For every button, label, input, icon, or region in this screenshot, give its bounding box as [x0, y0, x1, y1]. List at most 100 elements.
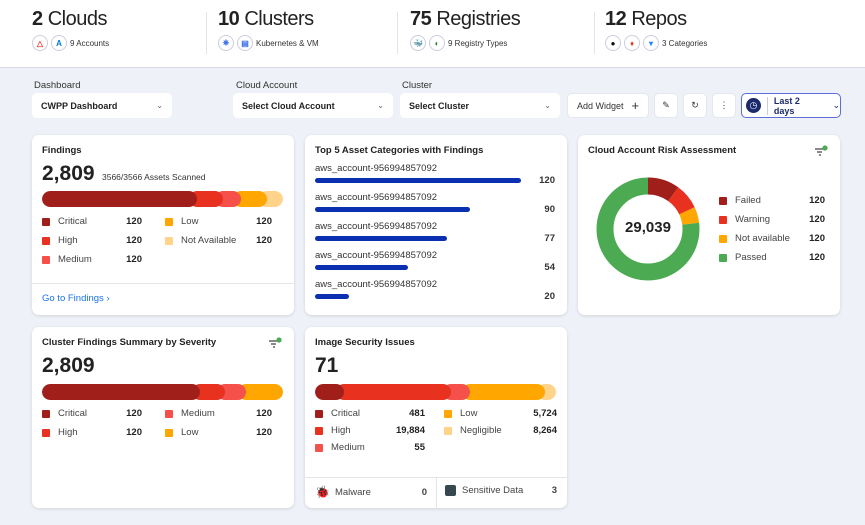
legend-label: Medium: [331, 442, 365, 453]
edit-button[interactable]: ✎: [654, 93, 678, 118]
legend-swatch: [315, 443, 323, 452]
card-title: Image Security Issues: [315, 337, 415, 348]
bar-segment: [315, 384, 344, 400]
dashboard-select[interactable]: CWPP Dashboard ⌄: [32, 93, 172, 118]
cluster-select[interactable]: Select Cluster ⌄: [400, 93, 560, 118]
legend-value: 120: [256, 235, 272, 246]
severity-bar: [42, 191, 283, 207]
severity-bar: [315, 384, 556, 400]
legend-value: 120: [126, 408, 142, 419]
summary-header: 2 Clouds △ A 9 Accounts 10 Clusters ⎈ ▤ Kube…: [0, 0, 865, 68]
legend-value: 120: [256, 427, 272, 438]
legend-swatch: [719, 253, 727, 262]
add-widget-button[interactable]: Add Widget +: [567, 93, 649, 118]
cluster-card: Cluster Findings Summary by Severity 2,8…: [32, 327, 294, 508]
legend-swatch: [444, 426, 452, 435]
legend-swatch: [42, 409, 50, 418]
registry-icon: ◐: [429, 35, 445, 51]
legend-label: Not Available: [181, 235, 237, 246]
stat-count: 75: [410, 8, 432, 30]
stat-count: 2: [32, 8, 43, 30]
stat-clusters[interactable]: 10 Clusters ⎈ ▤ Kubernetes & VM: [218, 8, 319, 51]
malware-stat[interactable]: 🐞 Malware 0: [315, 485, 427, 499]
stat-registries[interactable]: 75 Registries 🐳 ◐ 9 Registry Types: [410, 8, 521, 51]
legend-swatch: [42, 236, 50, 245]
legend-item: High 19,884: [315, 425, 425, 436]
legend-label: Not available: [735, 233, 790, 244]
filter-icon[interactable]: [814, 145, 828, 157]
legend-value: 5,724: [533, 408, 557, 419]
legend-label: Passed: [735, 252, 767, 263]
legend-label: High: [58, 235, 78, 246]
legend-item: Low 5,724: [444, 408, 557, 419]
legend-label: Failed: [735, 195, 761, 206]
refresh-button[interactable]: ↻: [683, 93, 707, 118]
go-to-findings-link[interactable]: Go to Findings ›: [42, 293, 110, 304]
category-bar: [315, 265, 408, 270]
card-title: Cloud Account Risk Assessment: [588, 145, 737, 156]
stat-clouds[interactable]: 2 Clouds △ A 9 Accounts: [32, 8, 109, 51]
chevron-down-icon: ⌄: [377, 101, 384, 110]
category-value: 54: [544, 262, 555, 273]
legend-value: 120: [809, 214, 825, 225]
category-label: aws_account-956994857092: [315, 250, 438, 261]
divider: [397, 12, 398, 54]
category-value: 77: [544, 233, 555, 244]
stat-sub: Kubernetes & VM: [256, 38, 319, 48]
legend-value: 120: [256, 216, 272, 227]
plus-icon: +: [631, 98, 640, 113]
cluster-label: Cluster: [402, 80, 433, 91]
time-range-select[interactable]: ◷ Last 2 days ⌄: [741, 93, 841, 118]
legend-label: Critical: [331, 408, 361, 419]
more-button[interactable]: ⋮: [712, 93, 736, 118]
stat-repos[interactable]: 12 Repos ● ♦ ▾ 3 Categories: [605, 8, 707, 51]
docker-icon: 🐳: [410, 35, 426, 51]
link-label: Go to Findings: [42, 293, 104, 304]
gcp-icon: △: [32, 35, 48, 51]
legend-item: Low 120: [165, 216, 272, 227]
legend-label: Low: [460, 408, 478, 419]
bitbucket-icon: ▾: [643, 35, 659, 51]
severity-bar: [42, 384, 283, 400]
legend-label: Medium: [181, 408, 215, 419]
divider: [436, 477, 437, 508]
legend-swatch: [719, 196, 727, 205]
sensitive-value: 3: [551, 485, 557, 496]
legend-item: Passed 120: [719, 252, 825, 263]
cloud-account-select[interactable]: Select Cloud Account ⌄: [233, 93, 393, 118]
legend-item: Failed 120: [719, 195, 825, 206]
category-label: aws_account-956994857092: [315, 163, 438, 174]
bug-icon: 🐞: [315, 485, 330, 499]
legend-item: Not Available 120: [165, 235, 272, 246]
legend-swatch: [165, 428, 173, 437]
divider: [206, 12, 207, 54]
legend-swatch: [165, 409, 173, 418]
stat-sub: 9 Registry Types: [448, 38, 508, 48]
select-value: Select Cloud Account: [242, 100, 335, 111]
category-value: 120: [539, 175, 555, 186]
filter-icon[interactable]: [268, 337, 282, 349]
stat-label: Clouds: [47, 8, 108, 30]
assets-scanned: 3566/3566 Assets Scanned: [102, 172, 206, 182]
category-bar: [315, 294, 350, 299]
stat-count: 12: [605, 8, 627, 30]
legend-label: High: [58, 427, 78, 438]
legend-item: Critical 120: [42, 408, 142, 419]
legend-item: High 120: [42, 235, 142, 246]
kubernetes-icon: ⎈: [218, 35, 234, 51]
legend-value: 19,884: [395, 425, 425, 436]
legend-item: Warning 120: [719, 214, 825, 225]
legend-label: Warning: [735, 214, 771, 225]
legend-item: Medium 55: [315, 442, 425, 453]
image-security-card: Image Security Issues 71 🐞 Malware 0 Sensi…: [305, 327, 567, 508]
stat-sub: 3 Categories: [662, 38, 708, 48]
findings-total: 2,809: [42, 162, 95, 185]
select-value: CWPP Dashboard: [41, 100, 118, 111]
legend-label: Medium: [58, 254, 92, 265]
legend-value: 55: [414, 442, 425, 453]
vm-icon: ▤: [237, 35, 253, 51]
pencil-icon: ✎: [662, 100, 670, 110]
stat-label: Registries: [436, 8, 521, 30]
more-vertical-icon: ⋮: [719, 100, 729, 110]
sensitive-data-stat[interactable]: Sensitive Data 3: [445, 485, 557, 496]
